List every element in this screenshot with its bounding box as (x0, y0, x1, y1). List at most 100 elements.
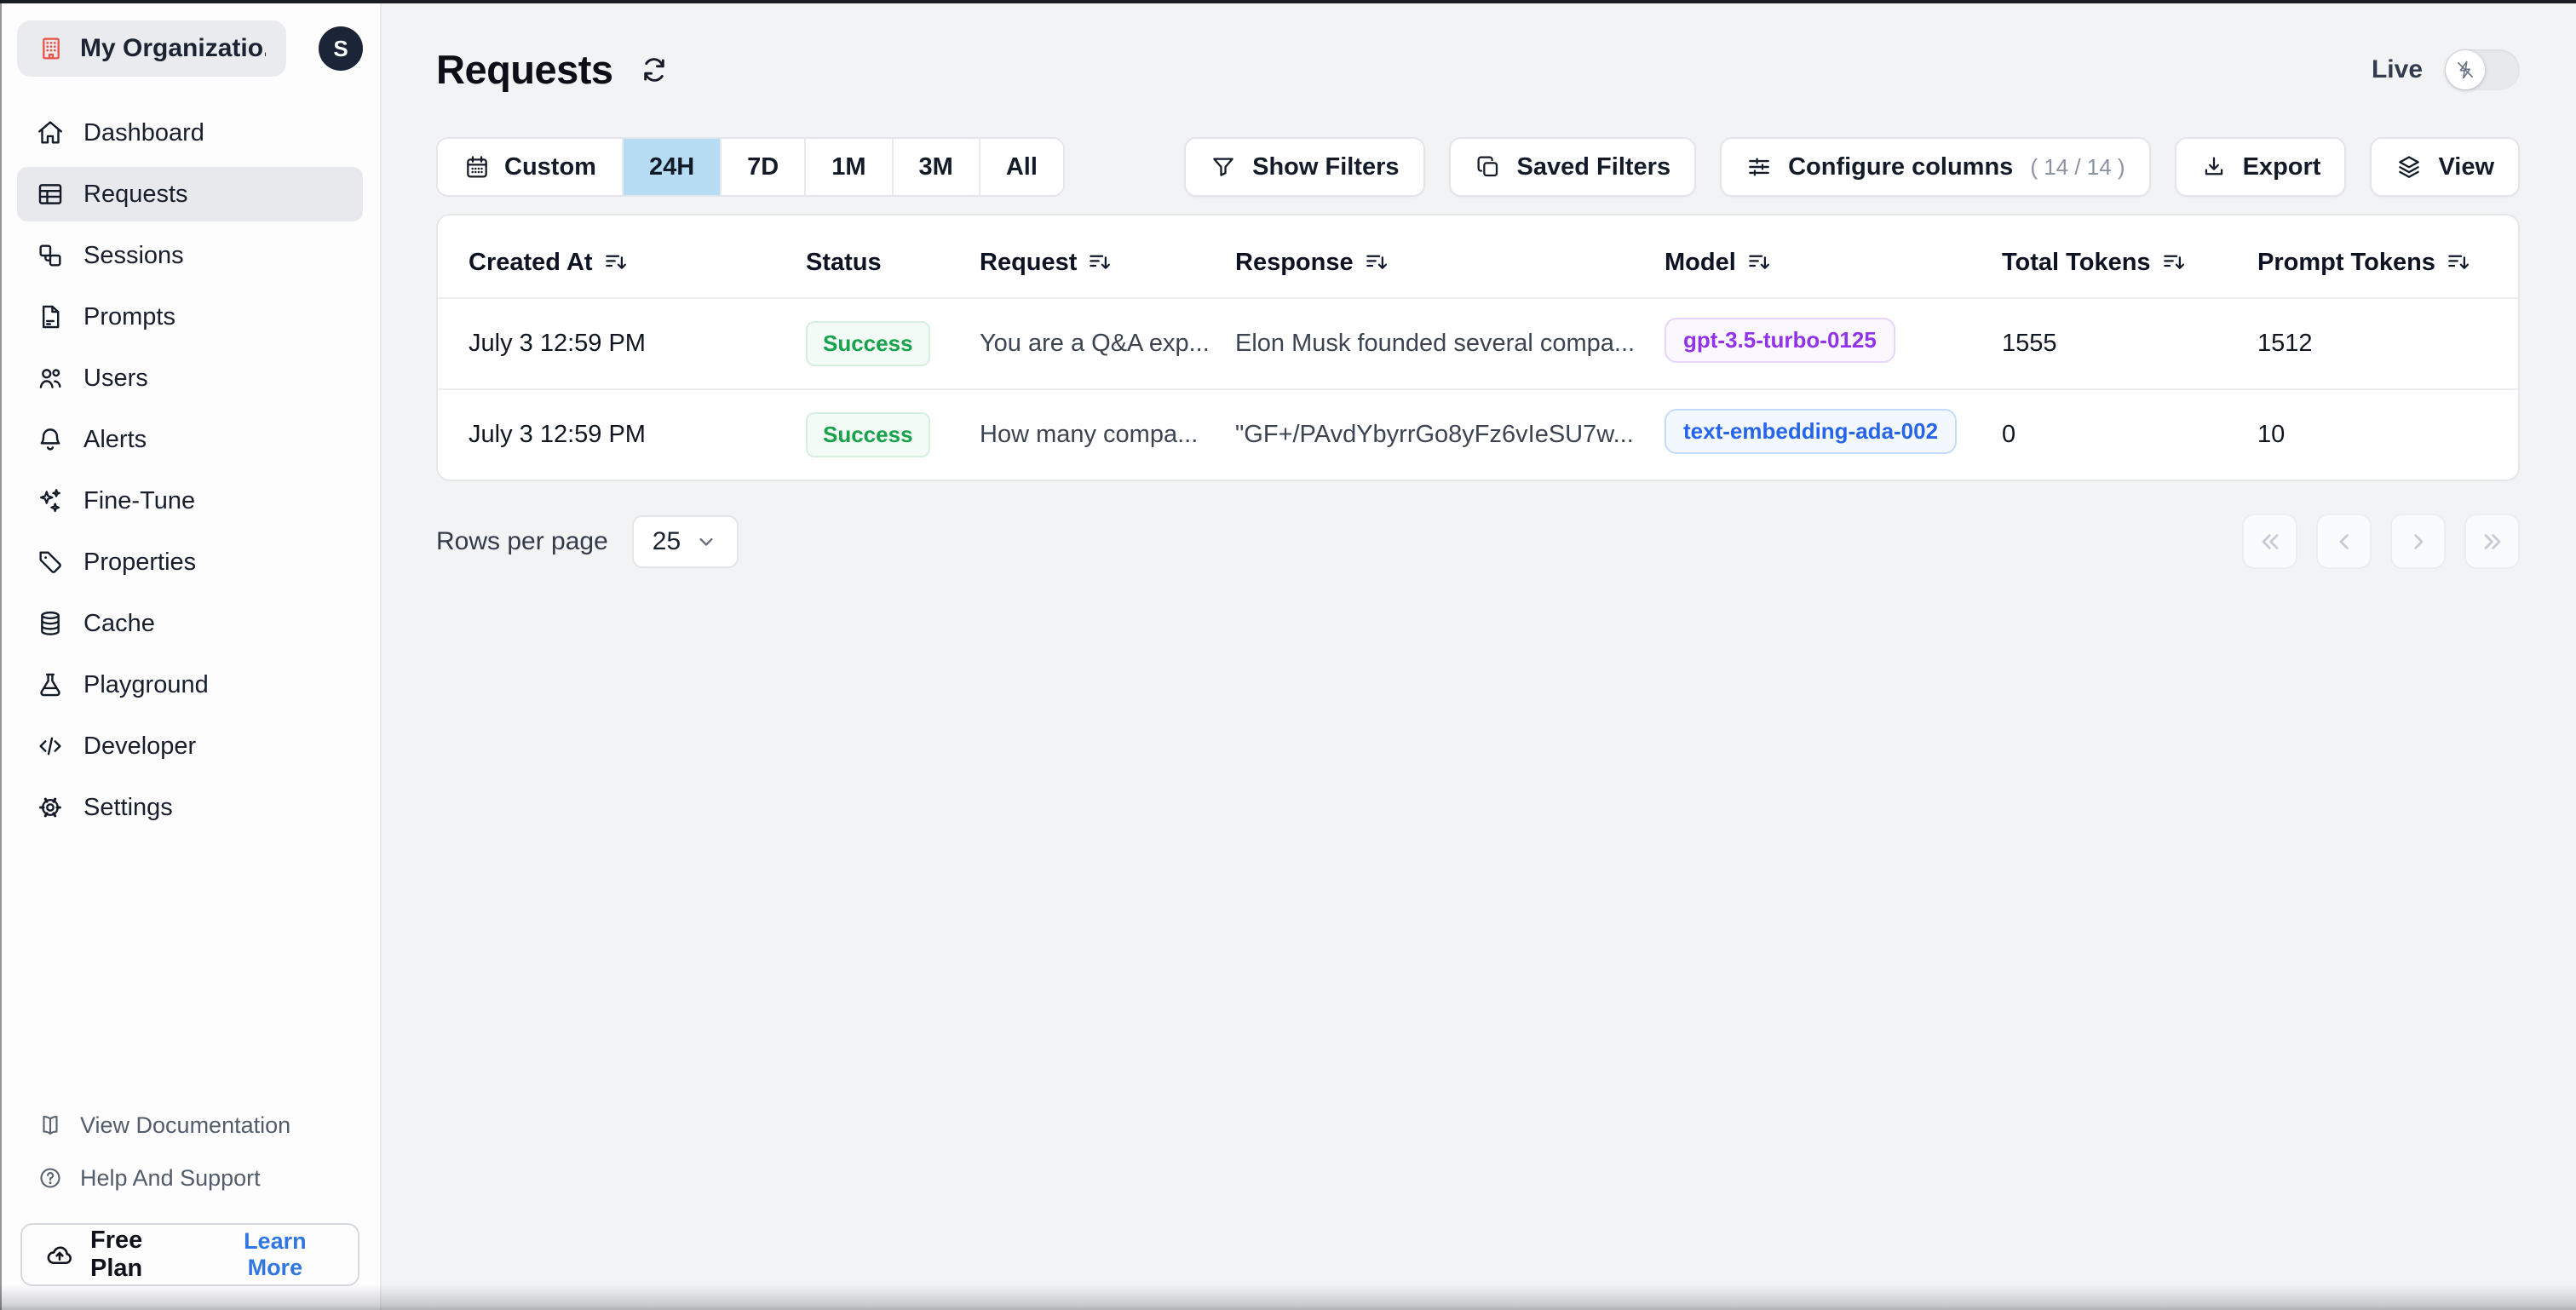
building-icon (37, 35, 65, 62)
users-icon (36, 364, 65, 393)
cell-created-at: July 3 12:59 PM (469, 330, 646, 357)
org-row: My Organizatio... S (0, 0, 380, 77)
chevrons-right-icon (2479, 528, 2506, 555)
bolt-slash-icon (2446, 49, 2485, 89)
status-badge: Success (806, 412, 930, 457)
live-toggle[interactable] (2445, 49, 2520, 90)
table-row[interactable]: July 3 12:59 PM Success You are a Q&A ex… (438, 297, 2518, 388)
time-range-1m[interactable]: 1M (804, 139, 892, 195)
layers-icon (2395, 153, 2423, 181)
sort-icon (1746, 250, 1772, 275)
column-header-created-at[interactable]: Created At (469, 249, 806, 277)
plan-card[interactable]: Free Plan Learn More (20, 1223, 359, 1286)
column-header-model[interactable]: Model (1665, 249, 2002, 277)
learn-more-link[interactable]: Learn More (215, 1228, 336, 1281)
sort-icon (1364, 250, 1389, 275)
sidebar-item-playground[interactable]: Playground (17, 658, 363, 712)
time-range-all[interactable]: All (978, 139, 1063, 195)
next-page-button[interactable] (2390, 514, 2446, 569)
home-icon (36, 118, 65, 147)
chevron-down-icon (694, 530, 718, 554)
column-header-status[interactable]: Status (806, 249, 980, 277)
sidebar-item-users[interactable]: Users (17, 351, 363, 405)
cell-status: Success (806, 321, 980, 366)
rows-per-page-select[interactable]: 25 (631, 514, 739, 568)
time-range-3m[interactable]: 3M (891, 139, 979, 195)
sidebar-item-cache[interactable]: Cache (17, 596, 363, 651)
sidebar-item-alerts[interactable]: Alerts (17, 412, 363, 467)
download-icon (2200, 153, 2228, 181)
code-icon (36, 732, 65, 761)
cell-prompt-tokens: 1512 (2257, 330, 2313, 357)
cell-total-tokens: 1555 (2002, 330, 2057, 357)
column-header-prompt-tokens[interactable]: Prompt Tokens (2257, 249, 2518, 277)
previous-page-button[interactable] (2316, 514, 2372, 569)
database-icon (36, 609, 65, 638)
sidebar-item-prompts[interactable]: Prompts (17, 290, 363, 344)
gear-icon (36, 793, 65, 822)
time-range-7d[interactable]: 7D (720, 139, 805, 195)
toolbar: Custom 24H 7D 1M 3M All Show Filters Sav… (436, 137, 2520, 197)
pagination (2242, 514, 2520, 569)
cell-created-at: July 3 12:59 PM (469, 421, 646, 448)
table-footer: Rows per page 25 (436, 514, 2520, 569)
cloud-upload-icon (44, 1239, 75, 1270)
sidebar-item-sessions[interactable]: Sessions (17, 228, 363, 283)
show-filters-button[interactable]: Show Filters (1184, 137, 1425, 197)
rows-per-page-label: Rows per page (436, 526, 608, 555)
org-switcher-button[interactable]: My Organizatio... (17, 20, 286, 77)
sort-icon (2161, 250, 2187, 275)
cell-request: How many compa... (980, 421, 1199, 448)
table-row[interactable]: July 3 12:59 PM Success How many compa..… (438, 388, 2518, 480)
last-page-button[interactable] (2464, 514, 2520, 569)
sidebar-item-dashboard[interactable]: Dashboard (17, 106, 363, 160)
toolbar-actions: Show Filters Saved Filters Configure col… (1184, 137, 2520, 197)
avatar[interactable]: S (319, 26, 363, 71)
cell-model: gpt-3.5-turbo-0125 (1665, 318, 2002, 370)
sidebar-footer: View Documentation Help And Support Free… (0, 1099, 380, 1290)
column-header-total-tokens[interactable]: Total Tokens (2002, 249, 2257, 277)
document-icon (36, 302, 65, 331)
refresh-button[interactable] (639, 55, 670, 85)
refresh-icon (639, 55, 670, 85)
cell-status: Success (806, 412, 980, 457)
sort-icon (1087, 250, 1113, 275)
help-circle-icon (37, 1165, 63, 1191)
bell-icon (36, 425, 65, 454)
view-button[interactable]: View (2370, 137, 2520, 197)
time-range-24h[interactable]: 24H (621, 139, 721, 195)
app-window: My Organizatio... S Dashboard Requests S… (0, 0, 2576, 1310)
main-content: Requests Live Custom 24H 7D 1M 3M All Sh… (382, 0, 2576, 1310)
cell-request: You are a Q&A exp... (980, 330, 1210, 357)
view-documentation-link[interactable]: View Documentation (0, 1099, 380, 1152)
live-control: Live (2372, 49, 2520, 90)
sidebar-item-requests[interactable]: Requests (17, 167, 363, 221)
cell-prompt-tokens: 10 (2257, 421, 2286, 448)
cell-response: "GF+/PAvdYbyrrGo8yFz6vIeSU7w... (1235, 421, 1634, 448)
org-name: My Organizatio... (80, 34, 266, 62)
sidebar-item-properties[interactable]: Properties (17, 535, 363, 589)
sidebar-item-developer[interactable]: Developer (17, 719, 363, 773)
cell-total-tokens: 0 (2002, 421, 2016, 448)
column-header-response[interactable]: Response (1235, 249, 1665, 277)
column-header-request[interactable]: Request (980, 249, 1235, 277)
sidebar-item-fine-tune[interactable]: Fine-Tune (17, 474, 363, 528)
sidebar: My Organizatio... S Dashboard Requests S… (0, 0, 382, 1310)
sidebar-item-settings[interactable]: Settings (17, 780, 363, 835)
time-range-custom[interactable]: Custom (438, 139, 622, 195)
funnel-icon (1210, 153, 1237, 181)
copy-icon (1475, 153, 1502, 181)
help-and-support-link[interactable]: Help And Support (0, 1152, 380, 1204)
window-left-edge (0, 0, 2, 1310)
export-button[interactable]: Export (2174, 137, 2347, 197)
configure-columns-button[interactable]: Configure columns ( 14 / 14 ) (1720, 137, 2151, 197)
window-top-edge (0, 0, 2576, 3)
sparkles-icon (36, 486, 65, 515)
first-page-button[interactable] (2242, 514, 2297, 569)
sort-icon (603, 250, 629, 275)
sidebar-nav: Dashboard Requests Sessions Prompts User… (0, 77, 380, 842)
saved-filters-button[interactable]: Saved Filters (1448, 137, 1697, 197)
cell-model: text-embedding-ada-002 (1665, 409, 2002, 461)
cell-response: Elon Musk founded several compa... (1235, 330, 1636, 357)
chevron-left-icon (2331, 528, 2358, 555)
